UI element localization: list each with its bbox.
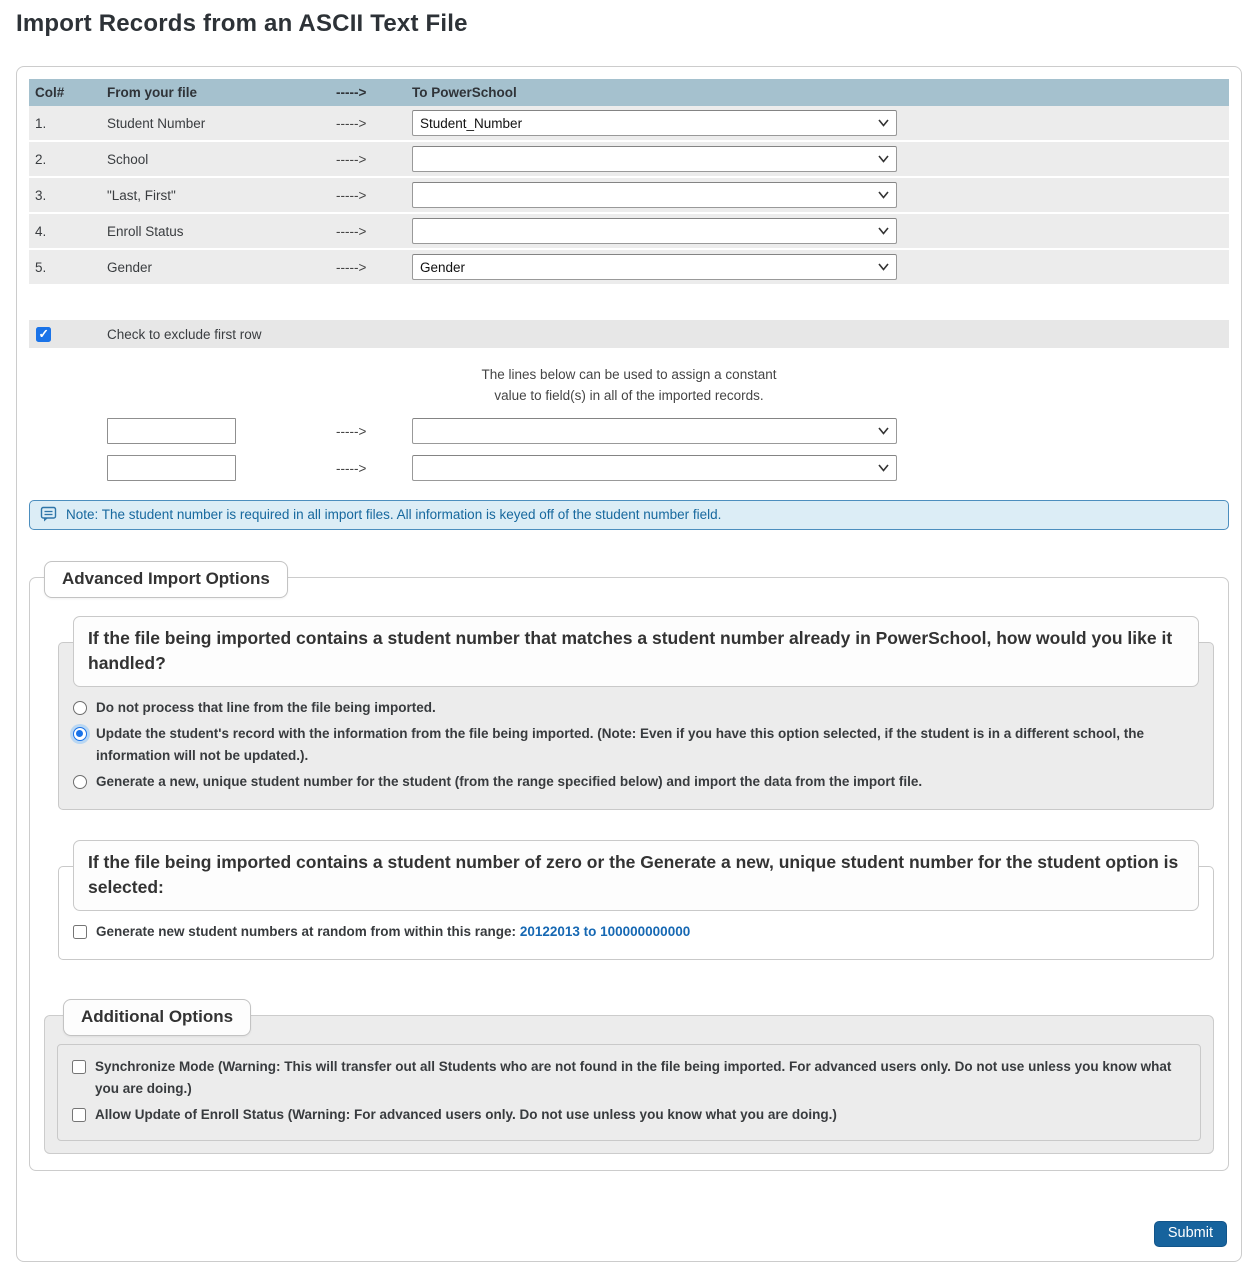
matching-number-panel: If the file being imported contains a st… bbox=[58, 616, 1214, 810]
file-field-label: Student Number bbox=[107, 115, 206, 131]
matching-number-question: If the file being imported contains a st… bbox=[73, 616, 1199, 687]
mapping-table-header: Col# From your file -----> To PowerSchoo… bbox=[29, 79, 1229, 106]
mapping-row-5: 5. Gender -----> Gender bbox=[29, 250, 1229, 286]
map-arrow: -----> bbox=[336, 460, 367, 476]
to-powerschool-select-2[interactable] bbox=[412, 146, 897, 172]
generate-range-label: Generate new student numbers at random f… bbox=[96, 924, 691, 939]
import-form-container: Col# From your file -----> To PowerSchoo… bbox=[16, 66, 1242, 1262]
mapping-row-2: 2. School -----> bbox=[29, 142, 1229, 178]
submit-row: Submit bbox=[29, 1221, 1227, 1247]
constant-helper-text: The lines below can be used to assign a … bbox=[481, 367, 777, 403]
row-number: 4. bbox=[35, 223, 47, 239]
map-arrow: -----> bbox=[336, 423, 367, 439]
to-powerschool-select-3[interactable] bbox=[412, 182, 897, 208]
advanced-import-options-legend: Advanced Import Options bbox=[44, 561, 288, 598]
constant-field-select-2[interactable] bbox=[412, 455, 897, 481]
submit-button[interactable]: Submit bbox=[1153, 1221, 1227, 1247]
exclude-first-row-checkbox[interactable] bbox=[36, 326, 51, 342]
range-values: 20122013 to 100000000000 bbox=[519, 924, 691, 939]
row-number: 5. bbox=[35, 259, 47, 275]
header-col: Col# bbox=[35, 85, 65, 100]
generate-range-checkbox[interactable] bbox=[73, 925, 87, 939]
page-title: Import Records from an ASCII Text File bbox=[16, 10, 468, 37]
allow-update-enroll-checkbox[interactable] bbox=[72, 1108, 86, 1122]
match-option-skip: Do not process that line from the file b… bbox=[73, 697, 1201, 719]
advanced-import-options-fieldset: Advanced Import Options If the file bein… bbox=[29, 561, 1229, 1171]
constant-field-select-1[interactable] bbox=[412, 418, 897, 444]
file-field-label: School bbox=[107, 151, 149, 167]
match-option-generate: Generate a new, unique student number fo… bbox=[73, 771, 1201, 793]
allow-update-enroll-label: Allow Update of Enroll Status (Warning: … bbox=[95, 1107, 837, 1122]
map-arrow: -----> bbox=[336, 259, 367, 275]
constant-value-input-2[interactable] bbox=[107, 455, 236, 481]
constant-row-2: -----> bbox=[29, 455, 1229, 481]
zero-number-question: If the file being imported contains a st… bbox=[73, 840, 1199, 911]
match-option-label: Update the student's record with the inf… bbox=[96, 726, 1145, 763]
generate-range-option: Generate new student numbers at random f… bbox=[73, 921, 1201, 943]
additional-options-fieldset: Additional Options Synchronize Mode (War… bbox=[44, 999, 1214, 1154]
match-option-update: Update the student's record with the inf… bbox=[73, 723, 1201, 767]
mapping-row-3: 3. "Last, First" -----> bbox=[29, 178, 1229, 214]
note-comment-icon bbox=[40, 506, 57, 522]
row-number: 2. bbox=[35, 151, 47, 167]
match-option-label: Do not process that line from the file b… bbox=[96, 700, 436, 715]
mapping-row-4: 4. Enroll Status -----> bbox=[29, 214, 1229, 250]
row-number: 3. bbox=[35, 187, 47, 203]
note-text: Note: The student number is required in … bbox=[66, 507, 722, 522]
header-from-your-file: From your file bbox=[107, 85, 198, 100]
to-powerschool-select-4[interactable] bbox=[412, 218, 897, 244]
to-powerschool-select-5[interactable]: Gender bbox=[412, 254, 897, 280]
file-field-label: "Last, First" bbox=[107, 187, 176, 203]
allow-update-enroll-option: Allow Update of Enroll Status (Warning: … bbox=[72, 1104, 1188, 1126]
note-banner: Note: The student number is required in … bbox=[29, 500, 1229, 530]
constant-row-1: -----> bbox=[29, 418, 1229, 444]
synchronize-mode-option: Synchronize Mode (Warning: This will tra… bbox=[72, 1056, 1188, 1100]
map-arrow: -----> bbox=[336, 115, 367, 131]
file-field-label: Gender bbox=[107, 259, 153, 275]
match-option-skip-radio[interactable] bbox=[73, 701, 87, 715]
mapping-row-1: 1. Student Number -----> Student_Number bbox=[29, 106, 1229, 142]
constant-value-input-1[interactable] bbox=[107, 418, 236, 444]
header-to-powerschool: To PowerSchool bbox=[412, 85, 517, 100]
match-option-label: Generate a new, unique student number fo… bbox=[96, 774, 923, 789]
file-field-label: Enroll Status bbox=[107, 223, 184, 239]
synchronize-mode-label: Synchronize Mode (Warning: This will tra… bbox=[95, 1059, 1172, 1096]
to-powerschool-select-1[interactable]: Student_Number bbox=[412, 110, 897, 136]
header-arrow: -----> bbox=[336, 85, 367, 100]
match-option-update-radio[interactable] bbox=[73, 727, 87, 741]
additional-options-box: Synchronize Mode (Warning: This will tra… bbox=[57, 1044, 1201, 1141]
match-option-generate-radio[interactable] bbox=[73, 775, 87, 789]
synchronize-mode-checkbox[interactable] bbox=[72, 1060, 86, 1074]
map-arrow: -----> bbox=[336, 151, 367, 167]
map-arrow: -----> bbox=[336, 223, 367, 239]
map-arrow: -----> bbox=[336, 187, 367, 203]
row-number: 1. bbox=[35, 115, 47, 131]
exclude-first-row: Check to exclude first row bbox=[29, 320, 1229, 348]
additional-options-legend: Additional Options bbox=[63, 999, 252, 1036]
zero-number-panel: If the file being imported contains a st… bbox=[58, 840, 1214, 960]
exclude-first-row-label: Check to exclude first row bbox=[107, 326, 262, 342]
